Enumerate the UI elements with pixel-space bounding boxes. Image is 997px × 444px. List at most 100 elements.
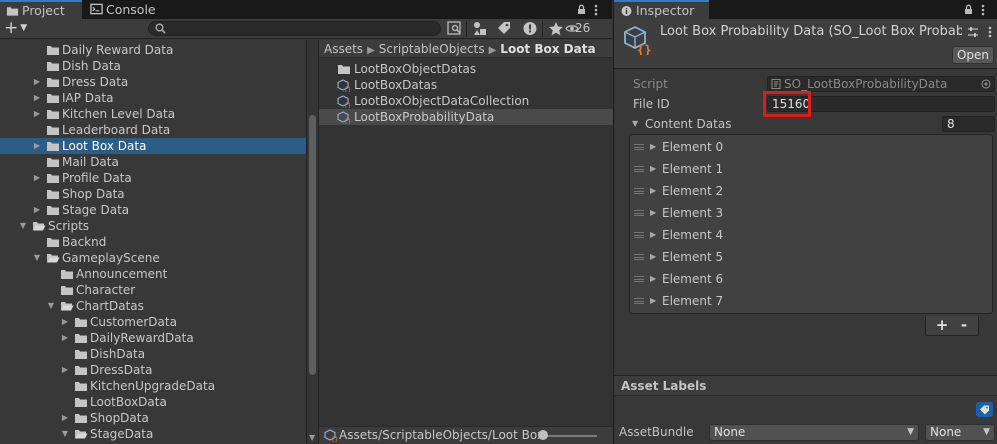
expanded-arrow-icon[interactable]: ▼ (32, 250, 42, 266)
tree-item[interactable]: ▶ DailyRewardData (0, 330, 306, 346)
collapsed-arrow-icon[interactable]: ▶ (60, 410, 70, 426)
search-input[interactable] (148, 21, 441, 36)
tab-console[interactable]: Console (84, 0, 168, 19)
tree-item[interactable]: ▶ CustomerData (0, 314, 306, 330)
collapsed-arrow-icon[interactable]: ▶ (32, 106, 42, 122)
tree-item[interactable]: ▶ Dress Data (0, 74, 306, 90)
more-options-icon[interactable] (594, 0, 598, 19)
asset-variant-dropdown[interactable]: None ▼ (925, 424, 995, 441)
asset-item[interactable]: LootBoxObjectDatas (319, 61, 613, 77)
asset-bundle-dropdown[interactable]: None ▼ (709, 424, 919, 441)
collapsed-arrow-icon[interactable]: ▶ (650, 136, 656, 158)
tree-item[interactable]: ▶ Stage Data (0, 202, 306, 218)
tree-item[interactable]: ▶ IAP Data (0, 90, 306, 106)
drag-handle-icon[interactable] (634, 210, 644, 216)
tree-item[interactable]: ▶ ShopData (0, 410, 306, 426)
list-element-row[interactable]: ▶ Element 5 (630, 246, 992, 268)
scroll-down-icon[interactable]: ▼ (309, 433, 315, 442)
add-element-button[interactable]: + (931, 316, 953, 334)
icon-size-slider-handle[interactable] (538, 430, 548, 440)
tree-item[interactable]: Daily Reward Data (0, 42, 306, 58)
drag-handle-icon[interactable] (634, 254, 644, 260)
tree-item[interactable]: ▼ ChartDatas (0, 298, 306, 314)
collapsed-arrow-icon[interactable]: ▶ (60, 362, 70, 378)
lock-icon[interactable] (577, 0, 586, 19)
drag-handle-icon[interactable] (634, 166, 644, 172)
expanded-arrow-icon[interactable]: ▼ (60, 426, 70, 442)
collapsed-arrow-icon[interactable]: ▶ (650, 290, 656, 312)
list-element-row[interactable]: ▶ Element 4 (630, 224, 992, 246)
tree-item[interactable]: ▶ Kitchen Level Data (0, 106, 306, 122)
collapsed-arrow-icon[interactable]: ▶ (650, 268, 656, 290)
list-element-row[interactable]: ▶ Element 2 (630, 180, 992, 202)
more-options-icon[interactable] (988, 26, 992, 38)
open-button[interactable]: Open (952, 46, 994, 64)
list-element-row[interactable]: ▶ Element 1 (630, 158, 992, 180)
tree-item[interactable]: Shop Data (0, 186, 306, 202)
asset-label-tag-icon[interactable] (976, 402, 993, 417)
asset-item[interactable]: {} LootBoxObjectDataCollection (319, 93, 613, 110)
tree-item[interactable]: ▼ GameplayScene (0, 250, 306, 266)
foldout-arrow-icon[interactable]: ▼ (632, 115, 638, 133)
settings-sliders-icon[interactable] (967, 26, 979, 38)
drag-handle-icon[interactable] (634, 144, 644, 150)
tree-item[interactable]: Leaderboard Data (0, 122, 306, 138)
icon-size-slider-track[interactable] (541, 435, 597, 437)
tree-item[interactable]: Mail Data (0, 154, 306, 170)
tab-inspector[interactable]: Inspector (614, 0, 709, 19)
lock-icon[interactable] (964, 0, 973, 19)
create-button[interactable]: + ▼ (4, 20, 27, 38)
script-object-field[interactable]: SO_LootBoxProbabilityData (767, 76, 995, 92)
drag-handle-icon[interactable] (634, 276, 644, 282)
collapsed-arrow-icon[interactable]: ▶ (650, 224, 656, 246)
tree-item[interactable]: ▶ Loot Box Data (0, 138, 306, 154)
collapsed-arrow-icon[interactable]: ▶ (32, 138, 42, 154)
tree-item[interactable]: ▶ DressData (0, 362, 306, 378)
breadcrumb-current[interactable]: Loot Box Data (500, 42, 595, 56)
list-element-row[interactable]: ▶ Element 3 (630, 202, 992, 224)
tree-item[interactable]: ▶ Profile Data (0, 170, 306, 186)
favorite-star-icon[interactable] (547, 20, 565, 37)
expanded-arrow-icon[interactable]: ▼ (18, 218, 28, 234)
asset-item[interactable]: {} LootBoxDatas (319, 77, 613, 94)
tab-project[interactable]: Project (0, 0, 82, 19)
list-element-row[interactable]: ▶ Element 0 (630, 136, 992, 158)
tree-item[interactable]: Dish Data (0, 58, 306, 74)
collapsed-arrow-icon[interactable]: ▶ (32, 90, 42, 106)
tree-item[interactable]: Backnd (0, 234, 306, 250)
scrollbar-thumb[interactable] (309, 115, 316, 375)
collapsed-arrow-icon[interactable]: ▶ (32, 202, 42, 218)
collapsed-arrow-icon[interactable]: ▶ (650, 202, 656, 224)
collapsed-arrow-icon[interactable]: ▶ (32, 74, 42, 90)
tree-scrollbar[interactable]: ▼ (306, 40, 318, 444)
tree-item[interactable]: Character (0, 282, 306, 298)
warning-filter-icon[interactable] (521, 20, 539, 37)
filter-by-label-icon[interactable] (495, 20, 513, 37)
asset-item[interactable]: {} LootBoxProbabilityData (319, 109, 613, 126)
tree-item[interactable]: Announcement (0, 266, 306, 282)
collapsed-arrow-icon[interactable]: ▶ (650, 246, 656, 268)
tree-item[interactable]: LootBoxData (0, 394, 306, 410)
list-element-row[interactable]: ▶ Element 6 (630, 268, 992, 290)
drag-handle-icon[interactable] (634, 188, 644, 194)
filter-by-type-icon[interactable] (471, 20, 489, 37)
content-count-field[interactable]: 8 (942, 116, 995, 132)
search-by-type-icon[interactable] (446, 20, 464, 37)
collapsed-arrow-icon[interactable]: ▶ (60, 314, 70, 330)
content-datas-label[interactable]: Content Datas (645, 115, 731, 133)
collapsed-arrow-icon[interactable]: ▶ (650, 180, 656, 202)
tree-item[interactable]: DishData (0, 346, 306, 362)
expanded-arrow-icon[interactable]: ▼ (46, 298, 56, 314)
collapsed-arrow-icon[interactable]: ▶ (32, 170, 42, 186)
collapsed-arrow-icon[interactable]: ▶ (60, 330, 70, 346)
drag-handle-icon[interactable] (634, 298, 644, 304)
tree-item[interactable]: ▼ Scripts (0, 218, 306, 234)
tree-item[interactable]: ▼ StageData (0, 426, 306, 442)
list-element-row[interactable]: ▶ Element 7 (630, 290, 992, 312)
breadcrumb-scriptableobjects[interactable]: ScriptableObjects (379, 42, 485, 56)
collapsed-arrow-icon[interactable]: ▶ (650, 158, 656, 180)
more-options-icon[interactable] (981, 0, 985, 19)
drag-handle-icon[interactable] (634, 232, 644, 238)
breadcrumb-assets[interactable]: Assets (324, 42, 363, 56)
remove-element-button[interactable]: - (953, 316, 975, 334)
